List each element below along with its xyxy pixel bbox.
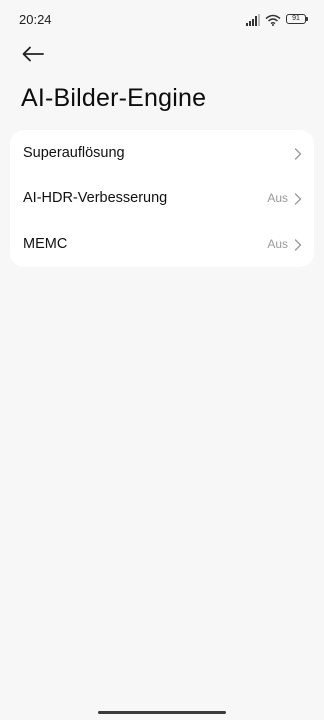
chevron-right-icon	[294, 238, 302, 251]
item-label: Superauflösung	[23, 144, 125, 161]
item-value: Aus	[267, 191, 288, 206]
signal-icon	[246, 13, 260, 26]
settings-item-ai-hdr[interactable]: AI-HDR-Verbesserung Aus	[10, 176, 314, 222]
page-title: AI-Bilder-Engine	[21, 84, 207, 112]
arrow-left-icon	[22, 46, 44, 67]
battery-icon: 91	[286, 14, 308, 24]
item-value: Aus	[267, 236, 288, 251]
chevron-right-icon	[294, 147, 302, 160]
status-time: 20:24	[19, 12, 52, 27]
status-icons: 91	[246, 12, 308, 26]
status-bar: 20:24 91	[0, 0, 324, 40]
settings-item-superaufloesung[interactable]: Superauflösung	[10, 130, 314, 176]
wifi-icon	[265, 13, 281, 26]
item-label: MEMC	[23, 235, 68, 252]
back-button[interactable]	[20, 44, 46, 68]
chevron-right-icon	[294, 192, 302, 206]
home-indicator[interactable]	[98, 711, 226, 714]
screen: 20:24 91 AI-Bilder-Engine Superauflösung…	[0, 0, 324, 720]
item-label: AI-HDR-Verbesserung	[23, 190, 168, 207]
settings-item-memc[interactable]: MEMC Aus	[10, 221, 314, 267]
settings-card: Superauflösung AI-HDR-Verbesserung Aus M…	[10, 130, 314, 267]
